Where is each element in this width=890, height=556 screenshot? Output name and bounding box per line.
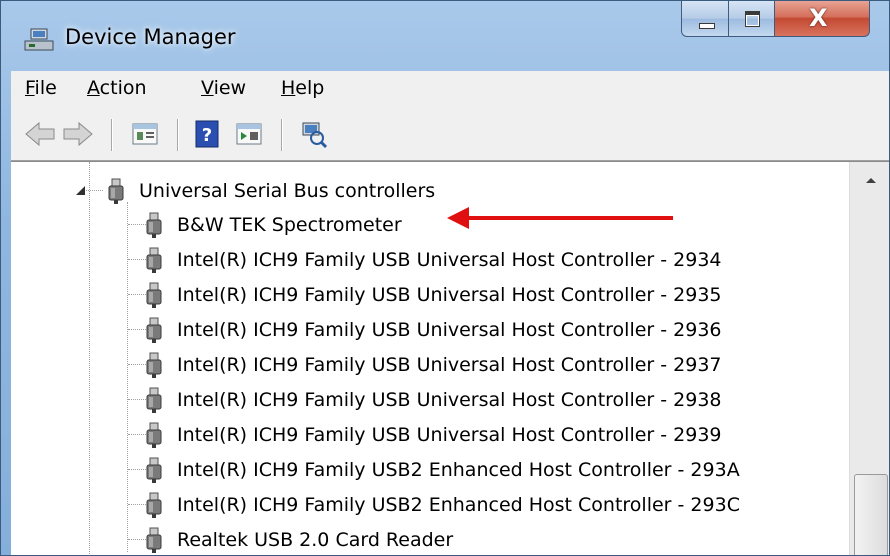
toolbar-separator xyxy=(281,119,283,151)
menu-action-rest: ction xyxy=(99,77,147,99)
device-label: Intel(R) ICH9 Family USB Universal Host … xyxy=(177,424,722,446)
tree-guide-line xyxy=(128,294,146,295)
category-label: Universal Serial Bus controllers xyxy=(139,180,436,202)
tree-item-device[interactable]: Intel(R) ICH9 Family USB2 Enhanced Host … xyxy=(145,488,740,522)
tree-item-device[interactable]: Intel(R) ICH9 Family USB Universal Host … xyxy=(145,348,722,382)
menu-action-accel: A xyxy=(87,77,100,99)
close-button[interactable]: X xyxy=(774,1,870,37)
toolbar-separator xyxy=(111,119,113,151)
device-manager-window: Device Manager X File Action View Help ?… xyxy=(0,0,890,556)
maximize-button[interactable] xyxy=(728,1,775,37)
help-icon[interactable]: ? xyxy=(193,119,223,149)
scroll-up-icon xyxy=(866,178,876,183)
menu-view-rest: iew xyxy=(213,77,247,99)
scan-hardware-icon[interactable] xyxy=(297,119,329,149)
forward-icon[interactable] xyxy=(61,119,95,149)
tree-item-device[interactable]: Intel(R) ICH9 Family USB Universal Host … xyxy=(145,278,722,312)
device-label: Intel(R) ICH9 Family USB2 Enhanced Host … xyxy=(177,459,740,481)
usb-icon xyxy=(146,422,162,448)
tree-item-device[interactable]: Intel(R) ICH9 Family USB Universal Host … xyxy=(145,243,722,277)
menu-bar: File Action View Help xyxy=(11,71,889,110)
device-label: Intel(R) ICH9 Family USB Universal Host … xyxy=(177,354,722,376)
menu-action[interactable]: Action xyxy=(87,77,147,99)
tree-item-device[interactable]: B&W TEK Spectrometer xyxy=(145,208,402,242)
tree-guide-line xyxy=(128,329,146,330)
usb-icon xyxy=(146,352,162,378)
title-bar[interactable]: Device Manager X xyxy=(1,1,889,71)
scroll-up-button[interactable] xyxy=(850,162,889,202)
menu-file-rest: ile xyxy=(34,77,57,99)
tree-guide-line xyxy=(128,399,146,400)
usb-icon xyxy=(108,178,124,204)
close-icon: X xyxy=(809,4,828,32)
device-manager-icon xyxy=(24,28,54,51)
collapse-arrow-icon[interactable] xyxy=(76,186,85,195)
minimize-button[interactable] xyxy=(681,1,729,37)
tree-item-device[interactable]: Intel(R) ICH9 Family USB2 Enhanced Host … xyxy=(145,453,740,487)
menu-help-accel: H xyxy=(281,77,296,99)
tree-guide-line xyxy=(128,259,146,260)
tree-guide-line xyxy=(128,539,146,540)
tree-guide-line xyxy=(83,190,103,191)
svg-text:?: ? xyxy=(202,125,212,146)
tree-guide-line xyxy=(128,434,146,435)
device-label: Intel(R) ICH9 Family USB Universal Host … xyxy=(177,249,722,271)
toolbar-separator xyxy=(177,119,179,151)
annotation-arrow-icon xyxy=(447,207,673,229)
back-icon[interactable] xyxy=(23,119,57,149)
device-label: B&W TEK Spectrometer xyxy=(177,214,402,236)
minimize-icon xyxy=(699,23,715,29)
tree-guide-line xyxy=(127,202,128,552)
device-label: Intel(R) ICH9 Family USB Universal Host … xyxy=(177,319,722,341)
tree-guide-line xyxy=(89,162,90,555)
tree-item-device[interactable]: Realtek USB 2.0 Card Reader xyxy=(145,523,454,555)
tree-guide-line xyxy=(128,504,146,505)
tree-guide-line xyxy=(128,469,146,470)
usb-icon xyxy=(146,492,162,518)
window-controls: X xyxy=(681,1,877,39)
tree-guide-line xyxy=(128,364,146,365)
tree-category-usb[interactable]: Universal Serial Bus controllers xyxy=(107,174,435,208)
window-title: Device Manager xyxy=(65,25,236,49)
scroll-thumb[interactable] xyxy=(854,474,888,555)
usb-icon xyxy=(146,282,162,308)
usb-icon xyxy=(146,247,162,273)
menu-help-rest: elp xyxy=(295,77,325,99)
menu-help[interactable]: Help xyxy=(281,77,324,99)
tree-guide-line xyxy=(128,224,146,225)
usb-icon xyxy=(146,317,162,343)
properties-icon[interactable] xyxy=(129,119,161,149)
device-label: Intel(R) ICH9 Family USB Universal Host … xyxy=(177,389,722,411)
menu-view[interactable]: View xyxy=(201,77,246,99)
device-label: Intel(R) ICH9 Family USB Universal Host … xyxy=(177,284,722,306)
vertical-scrollbar[interactable] xyxy=(849,162,889,555)
device-label: Intel(R) ICH9 Family USB2 Enhanced Host … xyxy=(177,494,740,516)
menu-view-accel: V xyxy=(201,77,214,99)
tree-item-device[interactable]: Intel(R) ICH9 Family USB Universal Host … xyxy=(145,313,722,347)
menu-file[interactable]: File xyxy=(25,77,57,99)
usb-icon xyxy=(146,212,162,238)
menu-file-accel: F xyxy=(25,77,35,99)
toolbar: ? xyxy=(11,109,889,161)
update-driver-icon[interactable] xyxy=(233,119,265,149)
usb-icon xyxy=(146,527,162,553)
maximize-icon xyxy=(745,11,760,27)
tree-item-device[interactable]: Intel(R) ICH9 Family USB Universal Host … xyxy=(145,383,722,417)
usb-icon xyxy=(146,387,162,413)
tree-item-device[interactable]: Intel(R) ICH9 Family USB Universal Host … xyxy=(145,418,722,452)
device-label: Realtek USB 2.0 Card Reader xyxy=(177,529,454,551)
usb-icon xyxy=(146,457,162,483)
